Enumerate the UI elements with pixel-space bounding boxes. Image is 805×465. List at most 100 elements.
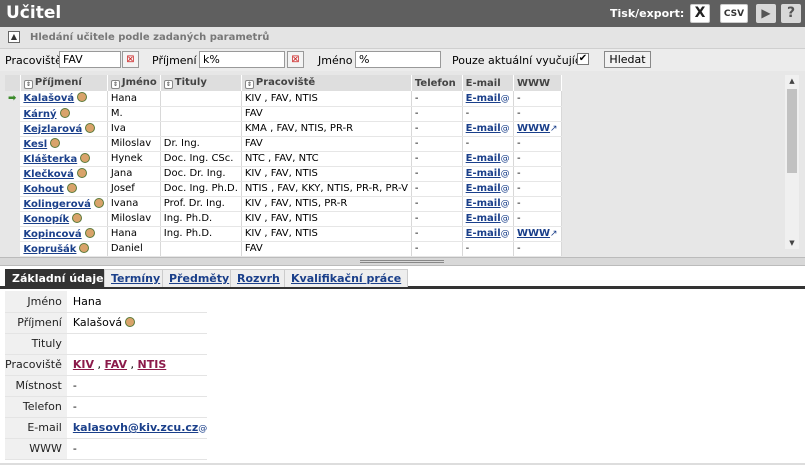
col-prijmeni[interactable]: ⇕ Příjmení — [20, 75, 108, 91]
prijmeni-input[interactable] — [199, 51, 285, 68]
search-button[interactable]: Hledat — [604, 51, 651, 68]
tab-rozvrh[interactable]: Rozvrh — [230, 269, 287, 287]
person-icon[interactable] — [84, 227, 95, 238]
search-panel-header: ▲ Hledání učitele podle zadaných paramet… — [0, 27, 805, 49]
workplace-cell: KIV , FAV, NTIS, PR-R — [241, 196, 412, 212]
email-link[interactable]: E-mail — [466, 228, 501, 239]
detail-email-link[interactable]: kalasovh@kiv.zcu.cz — [73, 421, 198, 434]
person-icon[interactable] — [85, 122, 96, 133]
prijmeni-picker-icon[interactable]: ⊠ — [287, 51, 304, 68]
play-icon[interactable]: ▶ — [756, 4, 776, 23]
detail-row-jmeno: Jméno Hana — [5, 291, 208, 313]
www-link[interactable]: WWW — [517, 228, 550, 239]
titles-cell — [160, 91, 242, 107]
email-link[interactable]: E-mail — [466, 168, 501, 179]
table-row[interactable]: Kárný M. FAV - - - — [5, 106, 563, 122]
sort-icon[interactable]: ⇕ — [110, 80, 120, 89]
scroll-up-icon[interactable]: ▲ — [785, 75, 799, 87]
email-link[interactable]: E-mail — [466, 198, 501, 209]
jmeno-input[interactable] — [355, 51, 441, 68]
tab-kvalifikacni-prace[interactable]: Kvalifikační práce — [284, 269, 409, 287]
person-icon[interactable] — [50, 137, 61, 148]
email-link[interactable]: E-mail — [466, 123, 501, 134]
table-row[interactable]: Kesl Miloslav Dr. Ing. FAV - - - — [5, 136, 563, 152]
collapse-icon[interactable]: ▲ — [8, 31, 20, 43]
aktualni-label: Pouze aktuální vyučující — [452, 54, 584, 67]
surname-link[interactable]: Kolingerová — [23, 199, 90, 210]
person-icon[interactable] — [80, 152, 91, 163]
person-icon[interactable] — [66, 182, 77, 193]
surname-link[interactable]: Koprušák — [23, 244, 76, 255]
pracoviste-picker-icon[interactable]: ⊠ — [122, 51, 139, 68]
col-pracoviste[interactable]: ⇕ Pracoviště — [241, 75, 412, 91]
row-marker-header — [5, 75, 21, 91]
current-row-arrow-icon: ➡ — [5, 91, 21, 106]
detail-row-telefon: Telefon - — [5, 396, 208, 418]
scroll-thumb[interactable] — [787, 89, 797, 173]
detail-mistnost: - — [67, 375, 208, 397]
pracoviste-input[interactable] — [59, 51, 121, 68]
person-icon[interactable] — [77, 92, 88, 103]
scroll-down-icon[interactable]: ▼ — [785, 237, 799, 249]
detail-table: Jméno Hana Příjmení Kalašová Tituly Pracov… — [5, 291, 208, 460]
phone-cell: - — [411, 136, 463, 152]
csv-export-icon[interactable]: CSV — [720, 4, 748, 23]
table-row[interactable]: Kohout Josef Doc. Ing. Ph.D. NTIS , FAV, KK… — [5, 181, 563, 197]
surname-link[interactable]: Klečková — [23, 169, 73, 180]
surname-link[interactable]: Kopincová — [23, 229, 81, 240]
sort-icon[interactable]: ⇕ — [23, 80, 33, 89]
sort-icon[interactable]: ⇕ — [163, 80, 173, 89]
tab-terminy[interactable]: Termíny — [104, 269, 168, 287]
sort-icon[interactable]: ⇕ — [244, 80, 254, 89]
help-icon[interactable]: ? — [781, 4, 801, 23]
email: - — [465, 108, 470, 119]
table-row[interactable]: Koprušák Daniel FAV - - - — [5, 241, 563, 257]
surname-link[interactable]: Kalašová — [23, 93, 74, 104]
table-row[interactable]: Klášterka Hynek Doc. Ing. CSc. NTC , FAV, N… — [5, 151, 563, 167]
email-link[interactable]: E-mail — [466, 183, 501, 194]
workplace-cell: FAV — [241, 136, 412, 152]
first-name-cell: Ivana — [107, 196, 161, 212]
detail-pracoviste-link[interactable]: KIV — [73, 358, 94, 371]
table-row[interactable]: ➡ Kalašová Hana KIV , FAV, NTIS - E-mail@ - — [5, 91, 563, 107]
tab-predmety[interactable]: Předměty — [162, 269, 237, 287]
person-icon[interactable] — [72, 212, 83, 223]
surname-link[interactable]: Kesl — [23, 139, 47, 150]
tab-zakladni-udaje[interactable]: Základní údaje — [5, 269, 111, 287]
external-link-icon: @ — [500, 229, 510, 239]
www: - — [516, 108, 521, 119]
first-name-cell: Josef — [107, 181, 161, 197]
person-icon[interactable] — [93, 197, 104, 208]
surname-link[interactable]: Kohout — [23, 184, 63, 195]
surname-link[interactable]: Kejzlarová — [23, 124, 82, 135]
table-row[interactable]: Kopincová Hana Ing. Ph.D. KIV , FAV, NTIS - E… — [5, 226, 563, 242]
table-row[interactable]: Konopík Miloslav Ing. Ph.D. KIV , FAV, NTIS… — [5, 211, 563, 227]
table-row[interactable]: Kejzlarová Iva KMA , FAV, NTIS, PR-R - E-mai… — [5, 121, 563, 137]
table-row[interactable]: Kolingerová Ivana Prof. Dr. Ing. KIV , FAV,… — [5, 196, 563, 212]
excel-export-icon[interactable]: X — [690, 4, 710, 23]
email: - — [465, 243, 470, 254]
phone-cell: - — [411, 226, 463, 242]
surname-link[interactable]: Kárný — [23, 109, 56, 120]
surname-link[interactable]: Klášterka — [23, 154, 77, 165]
col-jmeno[interactable]: ⇕ Jméno — [107, 75, 161, 91]
col-tituly[interactable]: ⇕ Tituly — [160, 75, 242, 91]
detail-pracoviste-link[interactable]: NTIS — [138, 358, 167, 371]
pane-splitter[interactable] — [0, 257, 805, 266]
person-icon[interactable] — [76, 167, 87, 178]
aktualni-checkbox[interactable]: ✔ — [577, 53, 589, 65]
vertical-scrollbar[interactable]: ▲ ▼ — [785, 75, 799, 249]
external-link-icon: ↗ — [550, 229, 558, 239]
email-link[interactable]: E-mail — [466, 153, 501, 164]
surname-link[interactable]: Konopík — [23, 214, 69, 225]
detail-pracoviste-link[interactable]: FAV — [105, 358, 128, 371]
email-link[interactable]: E-mail — [466, 213, 501, 224]
person-icon[interactable] — [59, 107, 70, 118]
splitter-grip-icon[interactable] — [360, 260, 444, 263]
email-link[interactable]: E-mail — [466, 93, 501, 104]
www-link[interactable]: WWW — [517, 123, 550, 134]
person-icon[interactable] — [125, 317, 136, 327]
table-row[interactable]: Klečková Jana Doc. Dr. Ing. KIV , FAV, NTIS… — [5, 166, 563, 182]
detail-row-prijmeni: Příjmení Kalašová — [5, 312, 208, 334]
person-icon[interactable] — [79, 242, 90, 253]
